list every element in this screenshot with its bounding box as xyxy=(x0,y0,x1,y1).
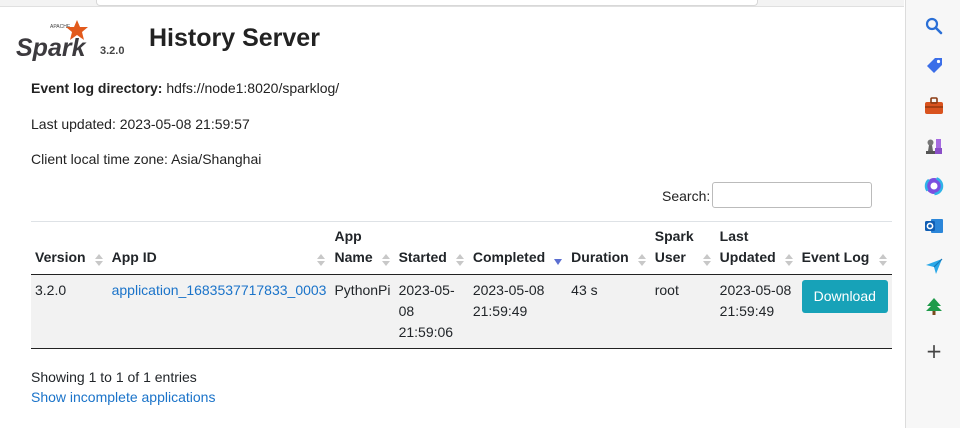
copilot-icon[interactable] xyxy=(923,175,945,197)
search-label: Search: xyxy=(662,188,711,204)
tree-icon[interactable] xyxy=(923,295,945,317)
spark-version-badge: 3.2.0 xyxy=(100,45,125,57)
sort-icon xyxy=(455,254,464,266)
sort-icon xyxy=(637,254,646,266)
cell-last-updated: 2023-05-08 21:59:49 xyxy=(715,274,798,349)
entries-info: Showing 1 to 1 of 1 entries xyxy=(31,369,197,385)
chess-icon[interactable] xyxy=(923,135,945,157)
plus-icon[interactable]: + xyxy=(923,340,945,362)
sort-icon xyxy=(878,254,887,266)
cell-spark-user: root xyxy=(650,274,716,349)
browser-sidebar: + xyxy=(905,0,960,428)
event-log-label: Event log directory: xyxy=(31,80,163,96)
sort-icon xyxy=(381,254,390,266)
search-icon[interactable] xyxy=(923,15,945,37)
sort-icon xyxy=(702,254,711,266)
cell-app-name: PythonPi xyxy=(330,274,395,349)
column-header-version[interactable]: Version xyxy=(31,221,108,275)
page-title: History Server xyxy=(149,24,320,52)
table-header-row: Version App ID App Name Started Complete… xyxy=(31,221,892,275)
cell-version: 3.2.0 xyxy=(31,274,108,349)
table-row: 3.2.0 application_1683537717833_0003 Pyt… xyxy=(31,274,892,349)
applications-table: Version App ID App Name Started Complete… xyxy=(31,221,892,349)
spark-logo[interactable]: APACHE Spark xyxy=(14,18,94,62)
applications-table-wrapper: Version App ID App Name Started Complete… xyxy=(31,221,892,349)
cell-duration: 43 s xyxy=(567,274,651,349)
outlook-icon[interactable] xyxy=(923,215,945,237)
cell-started: 2023-05-08 21:59:06 xyxy=(394,274,469,349)
column-header-started[interactable]: Started xyxy=(394,221,469,275)
cell-event-log: Download xyxy=(797,274,892,349)
download-button[interactable]: Download xyxy=(801,280,888,313)
sort-descending-icon xyxy=(554,259,563,265)
search-input[interactable] xyxy=(712,182,872,208)
timezone-text: Client local time zone: Asia/Shanghai xyxy=(31,151,262,167)
event-log-directory: Event log directory: hdfs://node1:8020/s… xyxy=(31,80,339,96)
event-log-value: hdfs://node1:8020/sparklog/ xyxy=(166,80,340,96)
cell-completed: 2023-05-08 21:59:49 xyxy=(468,274,568,349)
sort-icon xyxy=(317,254,326,266)
send-icon[interactable] xyxy=(923,255,945,277)
history-server-page: APACHE Spark 3.2.0 History Server Event … xyxy=(0,6,904,428)
tag-icon[interactable] xyxy=(923,55,945,77)
briefcase-icon[interactable] xyxy=(923,95,945,117)
sort-icon xyxy=(94,254,103,266)
column-header-completed[interactable]: Completed xyxy=(468,221,568,275)
column-header-event-log[interactable]: Event Log xyxy=(797,221,892,275)
app-id-link[interactable]: application_1683537717833_0003 xyxy=(112,282,327,298)
sort-icon xyxy=(784,254,793,266)
column-header-last-updated[interactable]: Last Updated xyxy=(715,221,798,275)
column-header-duration[interactable]: Duration xyxy=(567,221,651,275)
column-header-app-id[interactable]: App ID xyxy=(107,221,331,275)
show-incomplete-link[interactable]: Show incomplete applications xyxy=(31,389,215,405)
column-header-app-name[interactable]: App Name xyxy=(330,221,395,275)
last-updated-text: Last updated: 2023-05-08 21:59:57 xyxy=(31,116,250,132)
svg-text:Spark: Spark xyxy=(16,34,87,62)
cell-app-id: application_1683537717833_0003 xyxy=(107,274,331,349)
column-header-spark-user[interactable]: Spark User xyxy=(650,221,716,275)
